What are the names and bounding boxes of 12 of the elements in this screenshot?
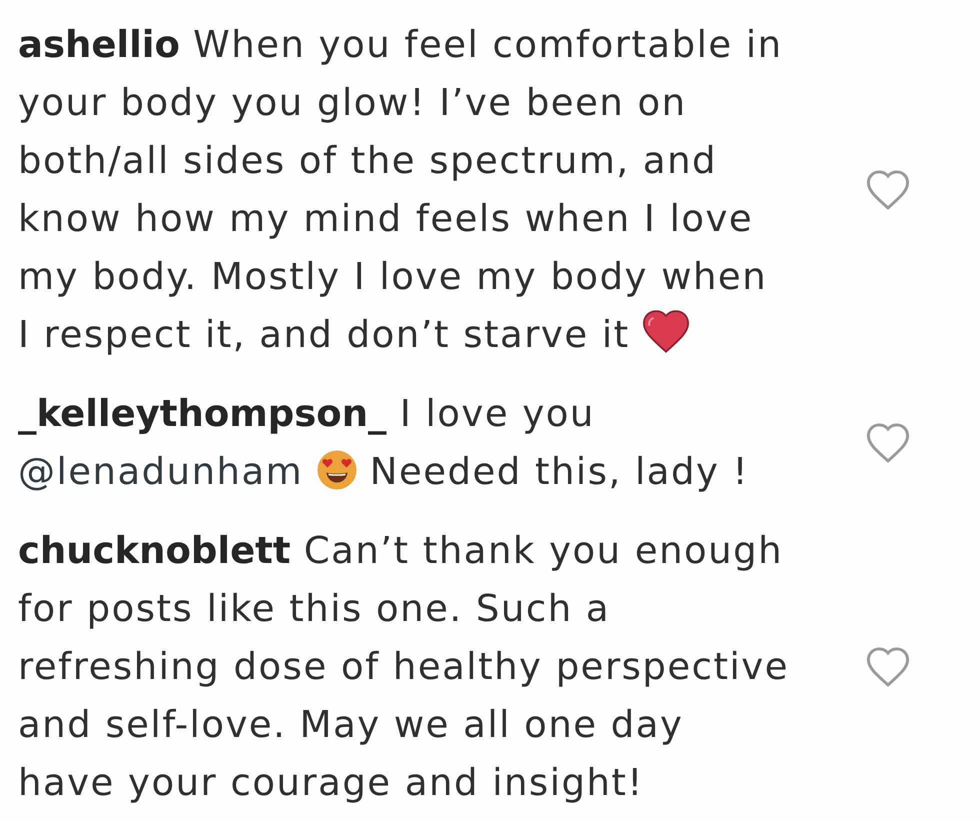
- comment-text: _kelleythompson_ I love you @lenadunham Needed this, lady !: [18, 391, 750, 495]
- comment-text: ashellio When you feel comfortable in your body you glow! I’ve been on both/all sides of the spectrum, and know how my mind feels when I love my body. Mostly I love my body when I respect it, and don’t starve it: [18, 22, 784, 358]
- mention-link[interactable]: @lenadunham: [18, 450, 304, 493]
- comment-text: chucknoblett Can’t thank you enough for posts like this one. Such a refreshing dose of healthy perspective and self-love. May we all one day have your courage and insight!: [18, 528, 790, 806]
- like-heart-icon[interactable]: [866, 170, 910, 210]
- username-link[interactable]: ashellio: [18, 23, 180, 66]
- like-heart-icon[interactable]: [866, 423, 910, 463]
- like-heart-icon[interactable]: [866, 647, 910, 687]
- heart-eyes-emoji-icon: [316, 450, 356, 490]
- heart-emoji-icon: [642, 310, 689, 353]
- username-link[interactable]: _kelleythompson_: [18, 392, 387, 435]
- username-link[interactable]: chucknoblett: [18, 529, 291, 572]
